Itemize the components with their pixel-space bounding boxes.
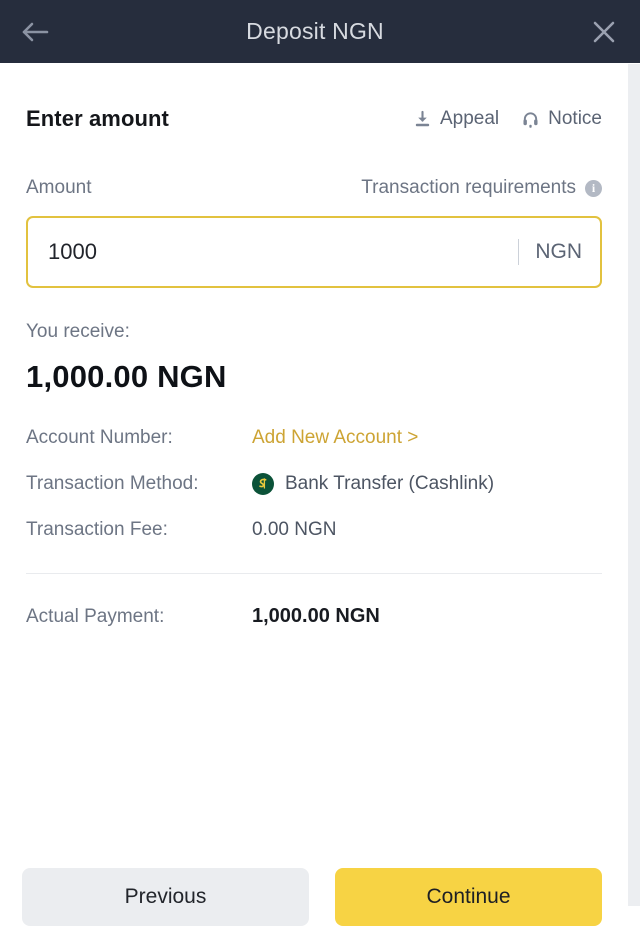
amount-label: Amount — [26, 177, 92, 198]
transaction-method-value: Bank Transfer (Cashlink) — [285, 473, 495, 494]
detail-row-transaction-fee: Transaction Fee: 0.00 NGN — [26, 507, 602, 553]
actual-payment-value: 1,000.00 NGN — [252, 605, 380, 627]
appeal-label: Appeal — [439, 108, 500, 129]
arrow-left-icon — [22, 22, 49, 41]
transaction-requirements-label: Transaction requirements — [361, 177, 576, 198]
vertical-scrollbar[interactable] — [628, 64, 640, 906]
currency-suffix: NGN — [535, 240, 582, 263]
transaction-method-label: Transaction Method: — [26, 473, 199, 494]
detail-row-transaction-method: Transaction Method: Bank Transfer (Cashl… — [26, 461, 602, 507]
you-receive-value: 1,000.00 NGN — [26, 359, 227, 394]
details-list: Account Number: Add New Account > Transa… — [26, 415, 602, 553]
continue-button[interactable]: Continue — [335, 868, 602, 926]
appeal-link[interactable]: Appeal — [413, 108, 499, 130]
amount-input-wrapper[interactable]: NGN — [26, 216, 602, 288]
input-divider — [518, 239, 520, 265]
content-area: Enter amount Appeal Notice Amount Transa… — [0, 63, 628, 628]
amount-label-row: Amount Transaction requirements i — [26, 177, 602, 199]
add-new-account-link[interactable]: Add New Account > — [252, 427, 418, 449]
section-divider — [26, 573, 602, 574]
info-icon: i — [585, 179, 602, 197]
footer-actions: Previous Continue — [0, 849, 628, 945]
cashlink-logo-icon — [252, 473, 274, 495]
title-bar: Deposit NGN — [0, 0, 640, 63]
detail-row-account-number: Account Number: Add New Account > — [26, 415, 602, 461]
close-icon — [593, 21, 615, 42]
account-number-label: Account Number: — [26, 427, 173, 448]
previous-button[interactable]: Previous — [22, 868, 309, 926]
page-title: Deposit NGN — [246, 18, 384, 44]
notice-label: Notice — [548, 108, 602, 129]
actual-payment-row: Actual Payment: 1,000.00 NGN — [26, 605, 602, 628]
enter-amount-heading: Enter amount — [26, 106, 169, 131]
support-headset-icon — [523, 111, 538, 128]
close-button[interactable] — [568, 0, 640, 63]
transaction-fee-value: 0.00 NGN — [252, 519, 337, 540]
amount-input[interactable] — [48, 239, 519, 265]
content-sheet: Enter amount Appeal Notice Amount Transa… — [0, 63, 628, 945]
notice-link[interactable]: Notice — [521, 108, 602, 130]
transaction-requirements-link[interactable]: Transaction requirements i — [361, 177, 602, 199]
download-icon — [415, 110, 430, 126]
section-header: Enter amount Appeal Notice — [26, 63, 602, 132]
transaction-method-value-wrap: Bank Transfer (Cashlink) — [252, 473, 494, 495]
actual-payment-label: Actual Payment: — [26, 605, 165, 627]
header-links: Appeal Notice — [413, 108, 602, 130]
deposit-ngn-screen: Deposit NGN Enter amount Appeal Notice A… — [0, 0, 640, 945]
transaction-fee-label: Transaction Fee: — [26, 519, 168, 540]
account-number-value: Add New Account > — [252, 427, 418, 449]
you-receive-label: You receive: — [26, 321, 130, 342]
